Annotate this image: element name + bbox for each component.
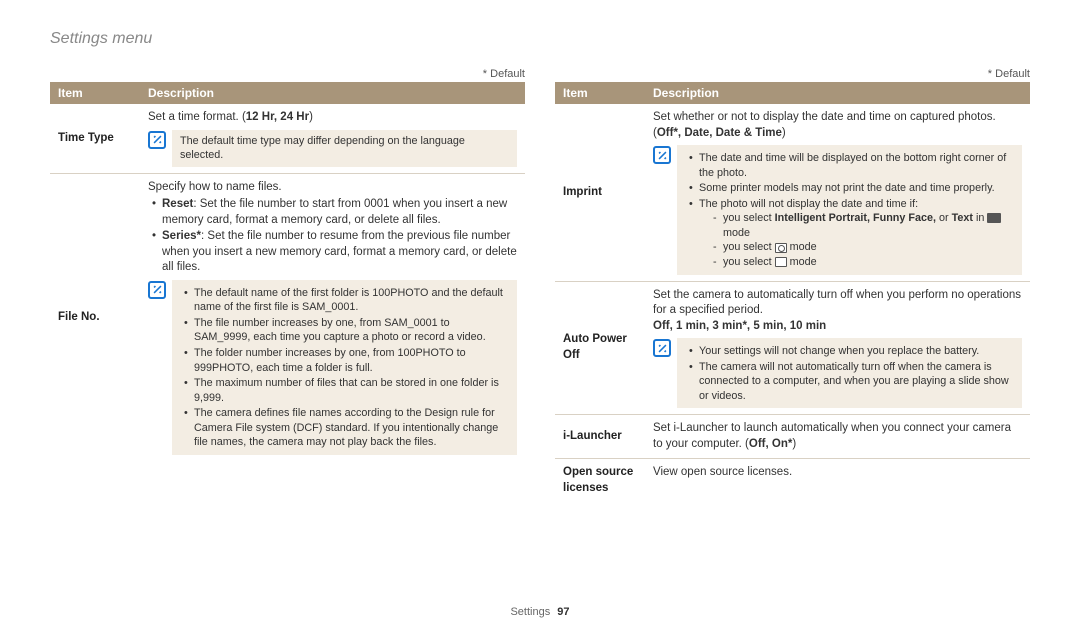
right-column: * Default Item Description Imprint Set w… — [555, 68, 1030, 502]
list-item: Some printer models may not print the da… — [689, 181, 1014, 196]
table-row: Auto Power Off Set the camera to automat… — [555, 281, 1030, 415]
camera-mode-icon — [775, 243, 787, 253]
table-row: File No. Specify how to name files. Rese… — [50, 173, 525, 461]
item-description: Set whether or not to display the date a… — [645, 104, 1030, 281]
note-block: The date and time will be displayed on t… — [653, 145, 1022, 275]
item-name: i-Launcher — [555, 415, 645, 459]
item-description: Set i-Launcher to launch automatically w… — [645, 415, 1030, 459]
content-columns: * Default Item Description Time Type Set… — [50, 68, 1030, 502]
note-block: Your settings will not change when you r… — [653, 338, 1022, 408]
note-icon — [653, 339, 671, 357]
default-marker: * Default — [50, 68, 525, 80]
table-row: i-Launcher Set i-Launcher to launch auto… — [555, 415, 1030, 459]
col-header-item: Item — [555, 82, 645, 104]
left-column: * Default Item Description Time Type Set… — [50, 68, 525, 502]
col-header-description: Description — [140, 82, 525, 104]
note-icon — [148, 131, 166, 149]
item-name: Imprint — [555, 104, 645, 281]
settings-table-right: Item Description Imprint Set whether or … — [555, 82, 1030, 502]
note-text: Your settings will not change when you r… — [677, 338, 1022, 408]
note-text: The default time type may differ dependi… — [172, 130, 517, 167]
list-item: The folder number increases by one, from… — [184, 346, 509, 375]
movie-mode-icon — [775, 257, 787, 267]
item-description: Set the camera to automatically turn off… — [645, 281, 1030, 415]
list-item: The maximum number of files that can be … — [184, 376, 509, 405]
default-marker: * Default — [555, 68, 1030, 80]
table-row: Time Type Set a time format. (12 Hr, 24 … — [50, 104, 525, 173]
list-item: The default name of the first folder is … — [184, 286, 509, 315]
list-item: Your settings will not change when you r… — [689, 344, 1014, 359]
list-item: The photo will not display the date and … — [689, 197, 1014, 270]
item-description: View open source licenses. — [645, 459, 1030, 503]
note-block: The default name of the first folder is … — [148, 280, 517, 455]
note-icon — [148, 281, 166, 299]
col-header-description: Description — [645, 82, 1030, 104]
col-header-item: Item — [50, 82, 140, 104]
table-row: Open source licenses View open source li… — [555, 459, 1030, 503]
magic-mode-icon — [987, 213, 1001, 223]
list-item: The camera defines file names according … — [184, 406, 509, 450]
list-item: Reset: Set the file number to start from… — [152, 197, 517, 228]
list-item: you select mode — [713, 240, 1014, 255]
page-title: Settings menu — [50, 30, 1030, 48]
list-item: you select mode — [713, 255, 1014, 270]
list-item: The camera will not automatically turn o… — [689, 360, 1014, 404]
item-name: Auto Power Off — [555, 281, 645, 415]
note-block: The default time type may differ dependi… — [148, 130, 517, 167]
option-list: Reset: Set the file number to start from… — [148, 197, 517, 276]
item-name: Time Type — [50, 104, 140, 173]
page-footer: Settings 97 — [0, 606, 1080, 618]
item-name: Open source licenses — [555, 459, 645, 503]
list-item: Series*: Set the file number to resume f… — [152, 229, 517, 276]
note-text: The date and time will be displayed on t… — [677, 145, 1022, 275]
footer-page-number: 97 — [557, 606, 569, 618]
item-description: Set a time format. (12 Hr, 24 Hr) The de… — [140, 104, 525, 173]
table-row: Imprint Set whether or not to display th… — [555, 104, 1030, 281]
list-item: The date and time will be displayed on t… — [689, 151, 1014, 180]
footer-section: Settings — [510, 606, 550, 618]
note-icon — [653, 146, 671, 164]
list-item: The file number increases by one, from S… — [184, 316, 509, 345]
note-text: The default name of the first folder is … — [172, 280, 517, 455]
list-item: you select Intelligent Portrait, Funny F… — [713, 211, 1014, 240]
settings-table-left: Item Description Time Type Set a time fo… — [50, 82, 525, 461]
item-description: Specify how to name files. Reset: Set th… — [140, 173, 525, 461]
item-name: File No. — [50, 173, 140, 461]
